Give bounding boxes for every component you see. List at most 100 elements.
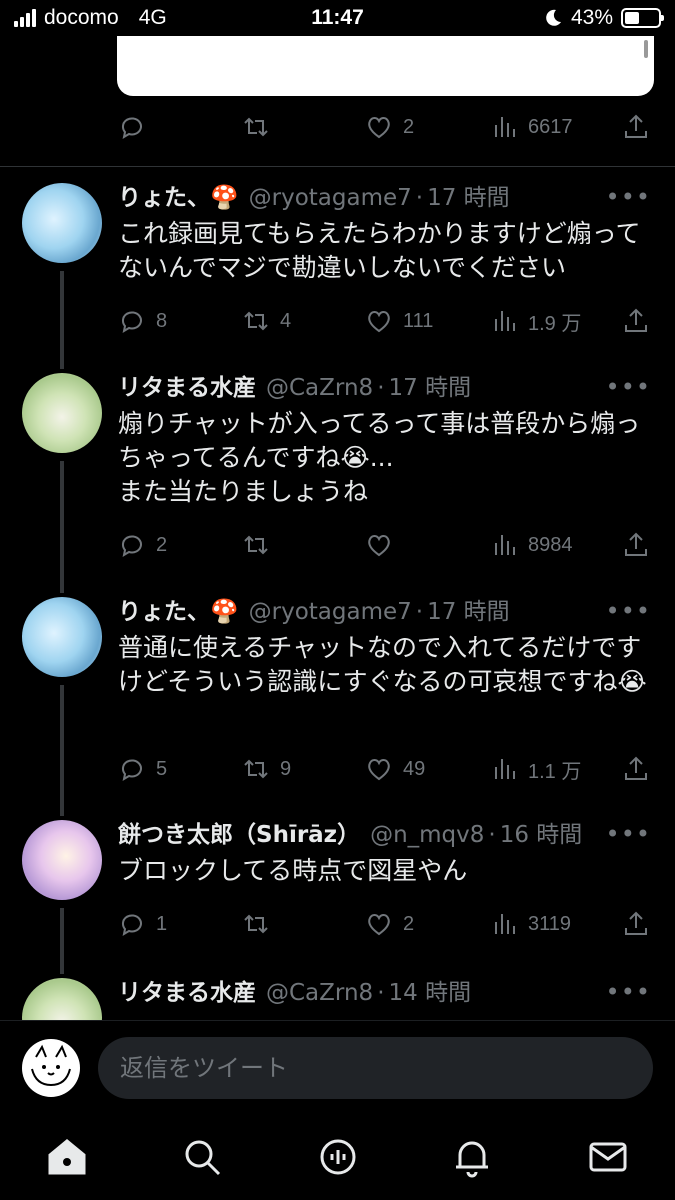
separator-dot: · (377, 980, 385, 1006)
reply-icon (121, 914, 142, 937)
status-bar: docomo 4G 11:47 43% (0, 0, 675, 38)
retweet-icon (244, 311, 268, 331)
tweet-actions: 2 8984 (0, 525, 675, 565)
reply-count: 1 (156, 912, 168, 935)
retweet-button[interactable]: 4 (242, 307, 291, 335)
reply-bar: 返信をツイート (0, 1020, 675, 1115)
reply-icon (121, 311, 142, 334)
share-button[interactable] (622, 755, 650, 783)
display-name[interactable]: リタまる水産 (118, 978, 256, 1008)
display-name[interactable]: りょた、🍄 (118, 183, 239, 213)
share-icon (625, 114, 647, 138)
reply-button[interactable]: 5 (118, 755, 167, 783)
views-button[interactable]: 1.1 万 (490, 755, 581, 784)
more-options-icon[interactable]: ••• (606, 978, 651, 1006)
reply-icon (121, 117, 142, 140)
handle[interactable]: @CaZrn8 (266, 373, 373, 403)
handle[interactable]: @CaZrn8 (266, 978, 373, 1008)
retweet-button[interactable]: 9 (242, 755, 291, 783)
share-icon (625, 911, 647, 935)
share-button[interactable] (622, 307, 650, 335)
tweet-actions: 8 4 111 1.9 万 (0, 301, 675, 341)
more-options-icon[interactable]: ••• (606, 373, 651, 401)
retweet-button[interactable] (242, 910, 280, 938)
tweet-text: 普通に使えるチャットなので入れてるだけですけどそういう認識にすぐなるの可哀想です… (118, 633, 647, 696)
quoted-tweet-card[interactable] (117, 36, 654, 96)
handle[interactable]: @ryotagame7 (249, 597, 412, 627)
heart-icon (368, 535, 390, 557)
like-count: 49 (403, 757, 426, 780)
views-button[interactable]: 8984 (490, 531, 573, 559)
moon-icon (546, 9, 561, 26)
tab-search[interactable] (180, 1135, 224, 1179)
views-icon (495, 535, 515, 555)
reply-button[interactable] (118, 113, 156, 141)
display-name[interactable]: りょた、🍄 (118, 597, 239, 627)
like-count: 2 (403, 912, 415, 935)
like-button[interactable]: 49 (365, 755, 425, 783)
timestamp[interactable]: 14 時間 (389, 978, 472, 1008)
timestamp[interactable]: 17 時間 (427, 597, 510, 627)
share-button[interactable] (622, 113, 650, 141)
share-button[interactable] (622, 910, 650, 938)
avatar[interactable] (22, 597, 102, 677)
avatar[interactable] (22, 373, 102, 453)
top-tweet-actions: 2 6617 (0, 107, 675, 147)
display-name[interactable]: 餅つき太郎（Shīrāz） (118, 820, 360, 850)
spaces-icon (320, 1139, 356, 1175)
timestamp[interactable]: 16 時間 (500, 820, 583, 850)
reply-button[interactable]: 2 (118, 531, 167, 559)
more-options-icon[interactable]: ••• (606, 183, 651, 211)
separator-dot: · (415, 185, 424, 211)
tweet-text: ブロックしてる時点で図星やん (118, 856, 468, 885)
view-count: 1.1 万 (528, 760, 582, 783)
tweet-text: これ録画見てもらえたらわかりますけど煽ってないんでマジで勘違いしないでください (118, 219, 641, 282)
timestamp[interactable]: 17 時間 (389, 373, 472, 403)
view-count: 1.9 万 (528, 312, 582, 335)
retweet-count: 4 (280, 309, 292, 332)
reply-count: 2 (156, 533, 168, 556)
messages-icon (589, 1142, 627, 1172)
tab-messages[interactable] (586, 1135, 630, 1179)
tab-notifications[interactable] (450, 1135, 494, 1179)
more-options-icon[interactable]: ••• (606, 820, 651, 848)
views-button[interactable]: 1.9 万 (490, 307, 581, 336)
like-button[interactable]: 2 (365, 910, 414, 938)
heart-icon (368, 311, 390, 333)
retweet-icon (244, 535, 268, 555)
separator-dot: · (488, 822, 496, 848)
heart-icon (368, 914, 390, 936)
tab-home[interactable] (45, 1135, 89, 1179)
reply-input[interactable]: 返信をツイート (98, 1037, 653, 1099)
retweet-button[interactable] (242, 531, 280, 559)
separator-dot: · (377, 375, 385, 401)
retweet-button[interactable] (242, 113, 280, 141)
timestamp[interactable]: 17 時間 (427, 183, 510, 213)
my-avatar[interactable] (22, 1039, 80, 1097)
like-button[interactable]: 2 (365, 113, 414, 141)
like-button[interactable] (365, 531, 403, 559)
handle[interactable]: @n_mqv8 (370, 820, 484, 850)
avatar[interactable] (22, 820, 102, 900)
reply-icon (121, 535, 142, 558)
avatar[interactable] (22, 183, 102, 263)
reply-button[interactable]: 8 (118, 307, 167, 335)
display-name[interactable]: リタまる水産 (118, 373, 256, 403)
heart-icon (368, 117, 390, 139)
share-button[interactable] (622, 531, 650, 559)
share-icon (625, 532, 647, 556)
reply-button[interactable]: 1 (118, 910, 167, 938)
reply-icon (121, 759, 142, 782)
tweet-header: リタまる水産 @CaZrn8 · 17 時間 (118, 373, 471, 403)
views-button[interactable]: 6617 (490, 113, 573, 141)
handle[interactable]: @ryotagame7 (249, 183, 412, 213)
battery-percent: 43% (570, 6, 613, 29)
heart-icon (368, 759, 390, 781)
more-options-icon[interactable]: ••• (606, 597, 651, 625)
share-icon (625, 756, 647, 780)
tab-spaces[interactable] (316, 1135, 360, 1179)
views-button[interactable]: 3119 (490, 910, 571, 938)
views-icon (495, 117, 515, 137)
like-button[interactable]: 111 (365, 307, 433, 335)
like-count: 111 (403, 309, 434, 332)
